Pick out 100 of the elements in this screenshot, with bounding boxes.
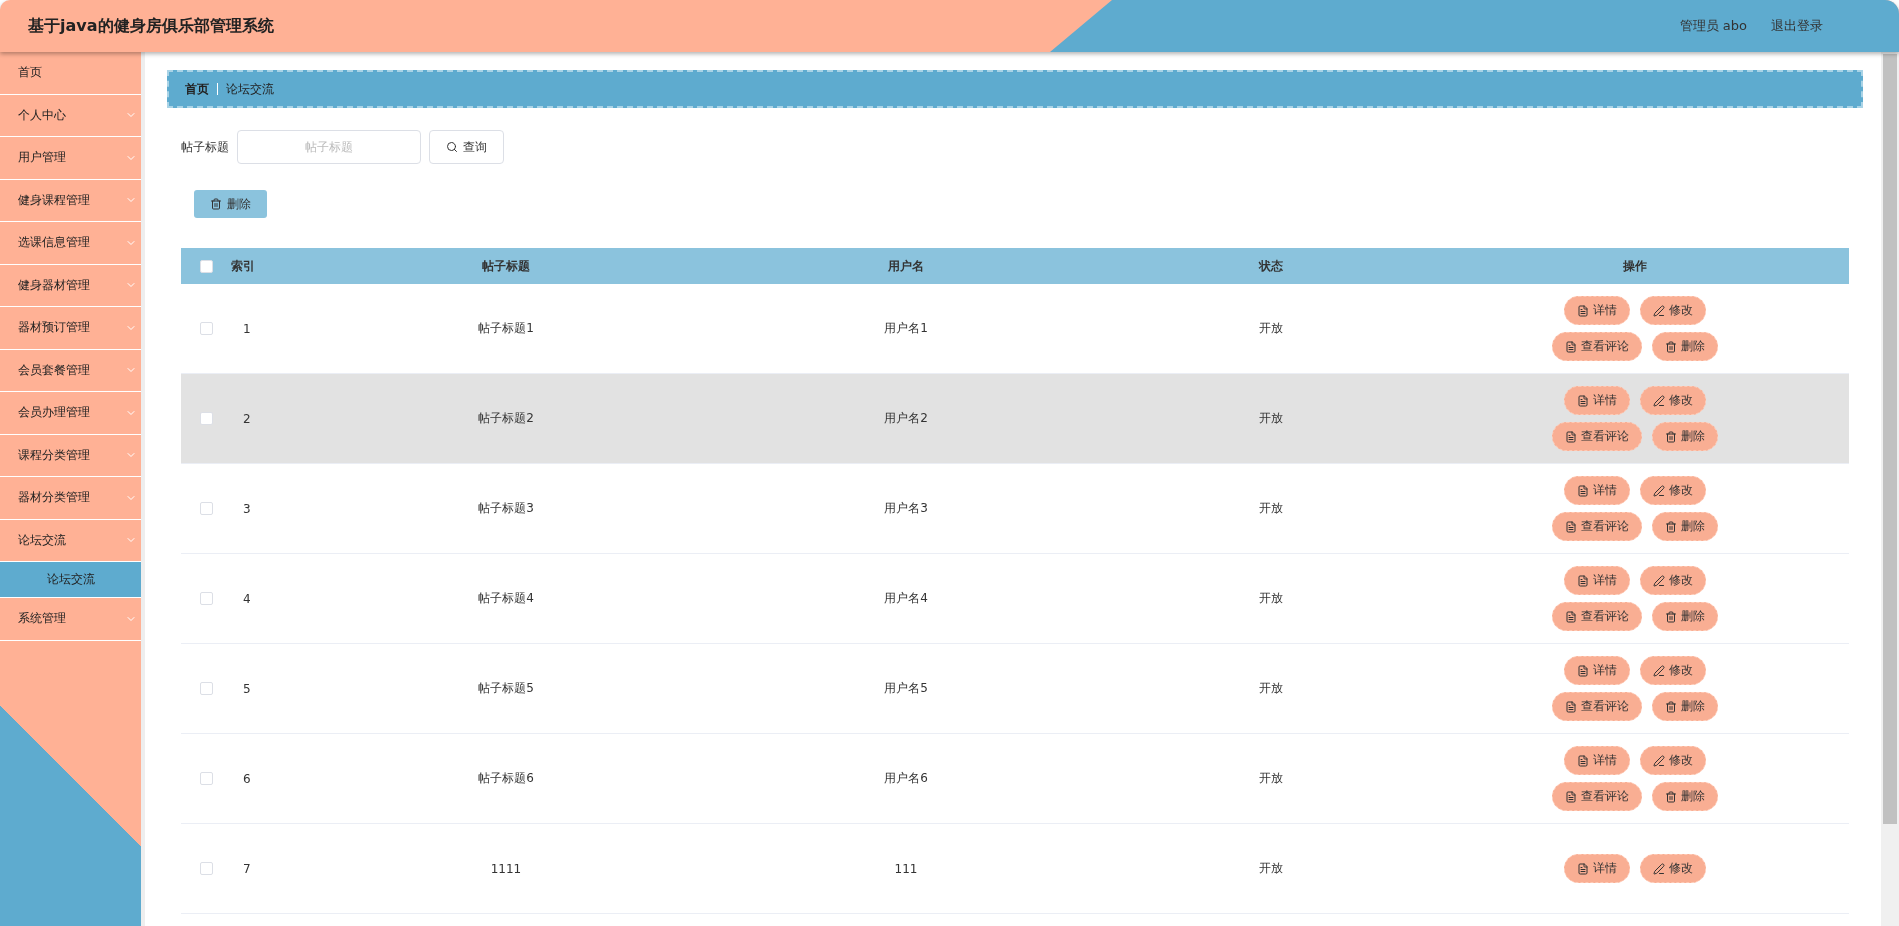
column-header: 帖子标题 [482, 257, 530, 275]
table-cell: 开放 [1259, 410, 1283, 427]
trash-icon [1665, 520, 1677, 533]
breadcrumb-link[interactable]: 论坛交流 [226, 80, 274, 98]
sidebar-item[interactable]: 会员套餐管理 [0, 349, 141, 392]
document-icon [1577, 664, 1589, 677]
search-icon [446, 141, 458, 153]
search-button[interactable]: 查询 [429, 130, 504, 164]
detail-button[interactable]: 详情 [1564, 296, 1630, 325]
row-checkbox[interactable] [199, 322, 213, 335]
table-row[interactable]: 2 帖子标题2 用户名2 开放 详情 修改 查看评论 删除 [181, 374, 1849, 464]
comments-button[interactable]: 查看评论 [1552, 512, 1642, 541]
delete-button[interactable]: 删除 [1652, 692, 1718, 721]
sidebar-item[interactable]: 课程分类管理 [0, 434, 141, 477]
pen-icon [1653, 394, 1665, 407]
table-cell: 用户名3 [884, 500, 928, 517]
user-label: 管理员 abo [1679, 17, 1747, 35]
table-cell-text: 6 [242, 771, 251, 786]
row-checkbox[interactable] [199, 412, 213, 425]
row-checkbox[interactable] [199, 682, 213, 695]
edit-button[interactable]: 修改 [1640, 854, 1706, 883]
select-all-checkbox[interactable] [199, 259, 213, 273]
detail-button[interactable]: 详情 [1564, 386, 1630, 415]
column-header: 索引 [231, 257, 255, 275]
sidebar-item[interactable]: 器材分类管理 [0, 477, 141, 520]
edit-button[interactable]: 修改 [1640, 296, 1706, 325]
sidebar-item[interactable]: 会员办理管理 [0, 392, 141, 435]
comments-button[interactable]: 查看评论 [1552, 692, 1642, 721]
trash-icon [1665, 610, 1677, 623]
row-checkbox[interactable] [199, 772, 213, 785]
delete-button[interactable]: 删除 [1652, 422, 1718, 451]
submenu-item[interactable]: 论坛交流 [0, 562, 141, 598]
edit-button[interactable]: 修改 [1640, 476, 1706, 505]
sidebar-item[interactable]: 个人中心 [0, 94, 141, 137]
table-cell: 用户名5 [884, 680, 928, 697]
delete-button[interactable]: 删除 [1652, 332, 1718, 361]
comments-button[interactable]: 查看评论 [1552, 332, 1642, 361]
search-label: 帖子标题 [181, 138, 229, 156]
table-cell-text: 5 [242, 681, 251, 696]
table-cell: 用户名2 [884, 410, 928, 427]
table-cell: 帖子标题5 [478, 680, 534, 697]
table-cell-text: 2 [242, 411, 251, 426]
trash-icon [1665, 430, 1677, 443]
document-icon [1565, 610, 1577, 623]
search-field[interactable]: 帖子标题 [237, 130, 421, 164]
breadcrumb-link[interactable]: 首页 [185, 80, 209, 98]
sidebar-item[interactable]: 健身器材管理 [0, 264, 141, 307]
comments-button[interactable]: 查看评论 [1552, 602, 1642, 631]
comments-button[interactable]: 查看评论 [1552, 782, 1642, 811]
table-cell: 用户名6 [884, 770, 928, 787]
table-cell: 开放 [1259, 590, 1283, 607]
delete-button[interactable]: 删除 [1652, 512, 1718, 541]
sidebar-item[interactable]: 健身课程管理 [0, 179, 141, 222]
delete-button[interactable]: 删除 [1652, 602, 1718, 631]
sidebar-item[interactable]: 首页 [0, 52, 141, 95]
detail-button[interactable]: 详情 [1564, 476, 1630, 505]
edit-button[interactable]: 修改 [1640, 656, 1706, 685]
pen-icon [1653, 862, 1665, 875]
sidebar-item[interactable]: 选课信息管理 [0, 222, 141, 265]
table-cell: 1111 [490, 861, 522, 876]
table-cell: 用户名4 [884, 590, 928, 607]
detail-button[interactable]: 详情 [1564, 746, 1630, 775]
sidebar-item[interactable]: 器材预订管理 [0, 307, 141, 350]
table-cell: 开放 [1259, 680, 1283, 697]
scrollbar[interactable] [1881, 52, 1899, 926]
document-icon [1565, 790, 1577, 803]
table-cell-text: 7 [242, 861, 251, 876]
trash-icon [1665, 790, 1677, 803]
table-cell-text: 4 [242, 591, 251, 606]
column-header: 操作 [1623, 257, 1647, 275]
table-cell: 用户名1 [884, 320, 928, 337]
sidebar-item[interactable]: 系统管理 [0, 598, 141, 641]
table-cell: 开放 [1259, 500, 1283, 517]
edit-button[interactable]: 修改 [1640, 386, 1706, 415]
table-cell: 111 [894, 861, 918, 876]
table-cell: 帖子标题1 [478, 320, 534, 337]
delete-button[interactable]: 删除 [194, 190, 267, 218]
table-cell: 开放 [1259, 860, 1283, 877]
trash-icon [1665, 700, 1677, 713]
document-icon [1577, 304, 1589, 317]
row-checkbox[interactable] [199, 502, 213, 515]
table-cell: 开放 [1259, 320, 1283, 337]
pen-icon [1653, 574, 1665, 587]
edit-button[interactable]: 修改 [1640, 746, 1706, 775]
trash-icon [1665, 340, 1677, 353]
row-checkbox[interactable] [199, 592, 213, 605]
edit-button[interactable]: 修改 [1640, 566, 1706, 595]
row-checkbox[interactable] [199, 862, 213, 875]
detail-button[interactable]: 详情 [1564, 854, 1630, 883]
delete-button[interactable]: 删除 [1652, 782, 1718, 811]
detail-button[interactable]: 详情 [1564, 656, 1630, 685]
detail-button[interactable]: 详情 [1564, 566, 1630, 595]
table-cell-text: 1 [242, 321, 251, 336]
table-cell: 帖子标题4 [478, 590, 534, 607]
pen-icon [1653, 304, 1665, 317]
sidebar-item[interactable]: 用户管理 [0, 137, 141, 180]
document-icon [1565, 430, 1577, 443]
comments-button[interactable]: 查看评论 [1552, 422, 1642, 451]
logout-link[interactable]: 退出登录 [1771, 17, 1823, 35]
table-cell: 帖子标题3 [478, 500, 534, 517]
